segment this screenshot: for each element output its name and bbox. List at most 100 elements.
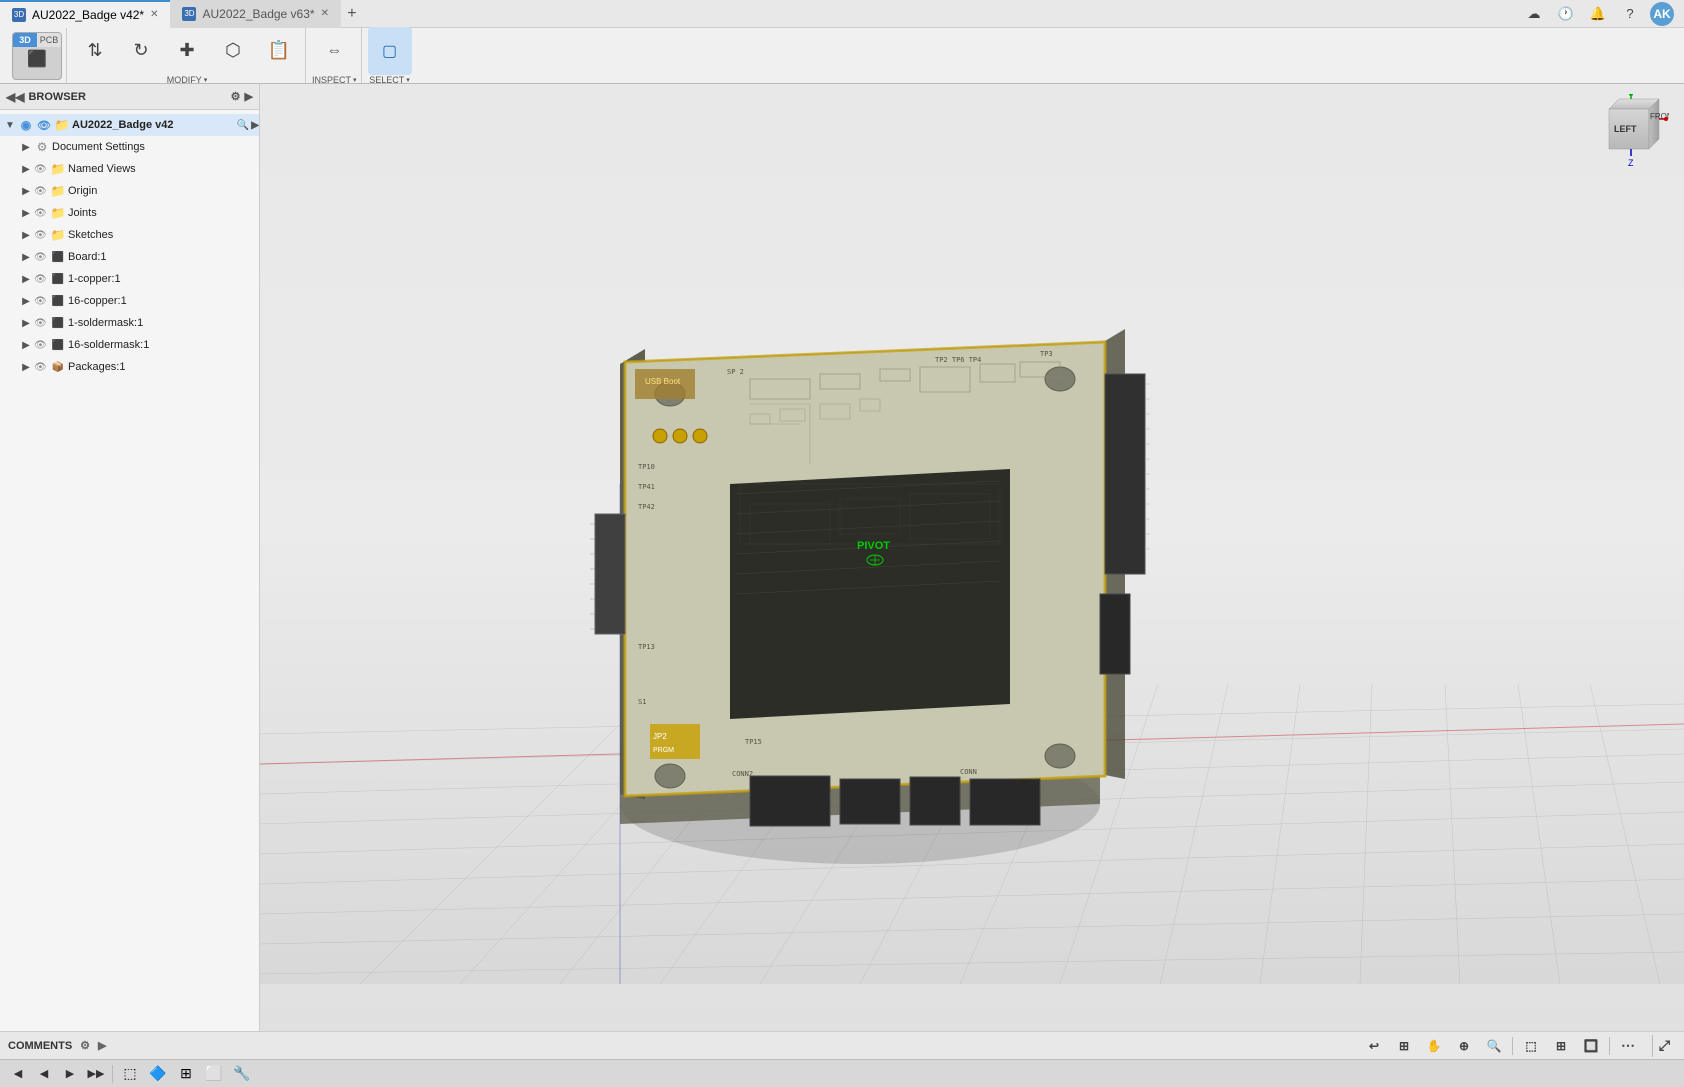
- doc-settings-icon: ⚙: [34, 140, 50, 154]
- soldermask16-expand[interactable]: ▶: [20, 340, 32, 351]
- tree-copper16[interactable]: ▶ 👁 ⬛ 16-copper:1: [0, 290, 259, 312]
- nav-prev-btn[interactable]: ◀: [34, 1064, 54, 1084]
- tree-root[interactable]: ▼ ◉ 👁 📁 AU2022_Badge v42 🔍 ▶: [0, 114, 259, 136]
- named-views-expand[interactable]: ▶: [20, 164, 32, 175]
- mode-pcb[interactable]: PCB: [37, 33, 61, 47]
- tab-active[interactable]: 3D AU2022_Badge v42* ✕: [0, 0, 170, 28]
- root-expand-arrow[interactable]: ▼: [4, 120, 16, 131]
- bell-icon[interactable]: 🔔: [1586, 2, 1610, 26]
- tree-soldermask1[interactable]: ▶ 👁 ⬛ 1-soldermask:1: [0, 312, 259, 334]
- soldermask1-label: 1-soldermask:1: [68, 317, 259, 329]
- copper-fill-tool[interactable]: ⬡: [211, 27, 255, 75]
- tree-soldermask16[interactable]: ▶ 👁 ⬛ 16-soldermask:1: [0, 334, 259, 356]
- doc-settings-expand[interactable]: ▶: [20, 142, 32, 153]
- measure-tool[interactable]: ⇔: [312, 27, 356, 75]
- svg-text:LEFT: LEFT: [1614, 124, 1637, 134]
- soldermask16-eye[interactable]: 👁: [34, 340, 48, 351]
- tool-status-btn[interactable]: 🔧: [231, 1063, 253, 1085]
- record-btn[interactable]: ⬚: [119, 1063, 141, 1085]
- new-tab-button[interactable]: +: [341, 3, 363, 25]
- copper1-icon: ⬛: [50, 274, 66, 285]
- joints-eye[interactable]: 👁: [34, 208, 48, 219]
- select-box-tool[interactable]: ▢: [368, 27, 412, 75]
- origin-expand[interactable]: ▶: [20, 186, 32, 197]
- origin-eye[interactable]: 👁: [34, 186, 48, 197]
- layer-status-btn[interactable]: ⬜: [203, 1063, 225, 1085]
- comments-expand-btn[interactable]: ▶: [98, 1039, 106, 1052]
- root-visibility-icon[interactable]: 👁: [36, 119, 52, 132]
- browser-collapse-icon[interactable]: ◀◀: [6, 90, 24, 104]
- joints-expand[interactable]: ▶: [20, 208, 32, 219]
- copper16-expand[interactable]: ▶: [20, 296, 32, 307]
- sketches-expand[interactable]: ▶: [20, 230, 32, 241]
- settings-view-btn[interactable]: 🔲: [1579, 1035, 1603, 1057]
- clock-icon[interactable]: 🕐: [1554, 2, 1578, 26]
- packages-eye[interactable]: 👁: [34, 362, 48, 373]
- pan-btn[interactable]: ⊞: [1392, 1035, 1416, 1057]
- tab-close-active[interactable]: ✕: [150, 9, 158, 20]
- inspect-label: INSPECT: [312, 75, 351, 85]
- sketches-eye[interactable]: 👁: [34, 230, 48, 241]
- soldermask1-eye[interactable]: 👁: [34, 318, 48, 329]
- modify-group: ⇅ ↻ ✚ ⬡ 📋 MODIFY ▾: [69, 28, 306, 83]
- inspect-dropdown-arrow[interactable]: ▾: [353, 76, 357, 84]
- named-views-eye[interactable]: 👁: [34, 164, 48, 175]
- toolbar: 3D PCB ⬛ ⇅ ↻ ✚ ⬡ 📋: [0, 28, 1684, 84]
- gerber-tool[interactable]: 📋: [257, 27, 301, 75]
- nav-play-btn[interactable]: ▶: [60, 1064, 80, 1084]
- browser-expand-icon[interactable]: ▶: [245, 90, 253, 103]
- copper1-expand[interactable]: ▶: [20, 274, 32, 285]
- svg-text:TP15: TP15: [745, 738, 762, 746]
- packages-expand[interactable]: ▶: [20, 362, 32, 373]
- tree-packages[interactable]: ▶ 👁 📦 Packages:1: [0, 356, 259, 378]
- origin-label: Origin: [68, 185, 259, 197]
- select-dropdown-arrow[interactable]: ▾: [406, 76, 410, 84]
- nav-first-btn[interactable]: ◀: [8, 1064, 28, 1084]
- copper16-eye[interactable]: 👁: [34, 296, 48, 307]
- tab-inactive[interactable]: 3D AU2022_Badge v63* ✕: [170, 0, 340, 28]
- packages-label: Packages:1: [68, 361, 259, 373]
- tab-close-inactive[interactable]: ✕: [321, 8, 329, 19]
- cloud-icon[interactable]: ☁: [1522, 2, 1546, 26]
- tree-copper1[interactable]: ▶ 👁 ⬛ 1-copper:1: [0, 268, 259, 290]
- tree-joints[interactable]: ▶ 👁 📁 Joints: [0, 202, 259, 224]
- orbit-btn[interactable]: ↩: [1362, 1035, 1386, 1057]
- grid-btn[interactable]: ⊞: [1549, 1035, 1573, 1057]
- scale-icon: ✚: [179, 40, 194, 61]
- soldermask16-icon: ⬛: [50, 340, 66, 351]
- select-group: ▢ SELECT ▾: [364, 28, 416, 83]
- browser-settings-icon[interactable]: ⚙: [231, 90, 241, 103]
- tree-board[interactable]: ▶ 👁 ⬛ Board:1: [0, 246, 259, 268]
- root-search-icon[interactable]: 🔍: [237, 120, 249, 131]
- tree-origin[interactable]: ▶ 👁 📁 Origin: [0, 180, 259, 202]
- soldermask1-expand[interactable]: ▶: [20, 318, 32, 329]
- move-tool[interactable]: ⇅: [73, 27, 117, 75]
- blue-box-btn[interactable]: 🔷: [147, 1063, 169, 1085]
- user-avatar[interactable]: AK: [1650, 2, 1674, 26]
- board-expand[interactable]: ▶: [20, 252, 32, 263]
- root-menu-icon[interactable]: ▶: [251, 120, 259, 131]
- tree-named-views[interactable]: ▶ 👁 📁 Named Views: [0, 158, 259, 180]
- viewport[interactable]: USB Boot: [260, 84, 1684, 1031]
- viewcube[interactable]: LEFT FRONT Z: [1594, 94, 1669, 169]
- modify-dropdown-arrow[interactable]: ▾: [204, 76, 208, 84]
- comments-collapse-icon[interactable]: ⚙: [80, 1039, 90, 1052]
- fit-btn[interactable]: 🔍: [1482, 1035, 1506, 1057]
- board-icon: ⬛: [50, 252, 66, 263]
- question-icon[interactable]: ?: [1618, 2, 1642, 26]
- nav-last-btn[interactable]: ▶▶: [86, 1064, 106, 1084]
- copper1-eye[interactable]: 👁: [34, 274, 48, 285]
- rotate-tool[interactable]: ↻: [119, 27, 163, 75]
- tree-document-settings[interactable]: ▶ ⚙ Document Settings: [0, 136, 259, 158]
- scale-tool[interactable]: ✚: [165, 27, 209, 75]
- display-mode-btn[interactable]: ⬚: [1519, 1035, 1543, 1057]
- tree-sketches[interactable]: ▶ 👁 📁 Sketches: [0, 224, 259, 246]
- screen-btn[interactable]: ⤢: [1652, 1035, 1676, 1057]
- root-folder-icon: 📁: [54, 118, 70, 132]
- look-btn[interactable]: ✋: [1422, 1035, 1446, 1057]
- board-eye[interactable]: 👁: [34, 252, 48, 263]
- grid-status-btn[interactable]: ⊞: [175, 1063, 197, 1085]
- zoom-btn[interactable]: ⊕: [1452, 1035, 1476, 1057]
- mode-3d[interactable]: 3D: [13, 33, 37, 47]
- more-btn[interactable]: ⋯: [1616, 1035, 1640, 1057]
